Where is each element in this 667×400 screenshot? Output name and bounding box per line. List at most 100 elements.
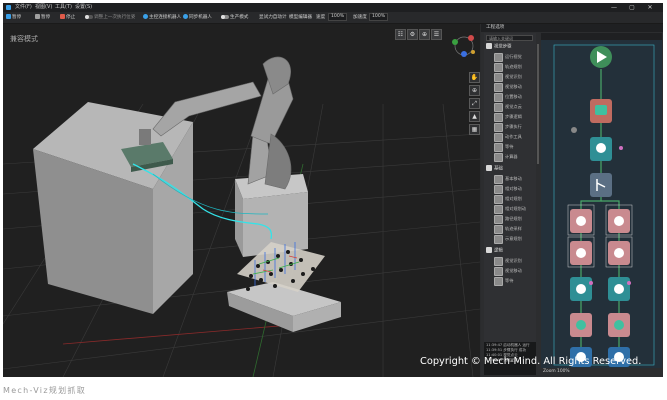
flow-node-robot[interactable] xyxy=(590,99,612,123)
view-orientation-gizmo[interactable] xyxy=(452,35,475,57)
connect-robot-button[interactable]: 主控连接机器人 xyxy=(143,12,181,23)
step-item[interactable]: 步骤执行 xyxy=(494,122,534,132)
sync-robot-button[interactable]: 同步机器人 xyxy=(183,12,212,23)
category-vision[interactable]: 视觉步骤 xyxy=(486,43,534,51)
step-item[interactable]: 示意规划 xyxy=(494,234,534,244)
mech-viz-window: 文件(F) 视图(V) 工具(T) 设置(S) — ▢ ✕ 暂停 暂停 停止 调… xyxy=(3,3,663,377)
pan-hand-icon[interactable]: ✋ xyxy=(469,72,480,83)
title-bar: 文件(F) 视图(V) 工具(T) 设置(S) — ▢ ✕ xyxy=(3,3,663,12)
list-icon[interactable]: ☰ xyxy=(431,29,442,40)
step-list-scrollbar[interactable] xyxy=(537,44,539,164)
step-item[interactable]: 相对规划 xyxy=(494,194,534,204)
step-item[interactable]: 视觉识别 xyxy=(494,72,534,82)
grid-icon[interactable]: ▦ xyxy=(469,124,480,135)
run-button[interactable]: 暂停 xyxy=(6,12,21,23)
3d-viewport[interactable]: 兼容模式 ☷ ⚙ ⊕ ☰ ✋ ⊕ ⤢ ▲ ▦ xyxy=(3,24,480,377)
resume-last-pose-toggle[interactable]: 调整上一次执行位姿 xyxy=(85,12,135,23)
zoom-icon[interactable]: ⊕ xyxy=(469,85,480,96)
step-item[interactable]: 运行视觉 xyxy=(494,52,534,62)
flow-node-branch[interactable] xyxy=(590,173,612,197)
model-editor-button[interactable]: 模型编辑器 xyxy=(289,12,312,23)
eye-icon[interactable]: ⊕ xyxy=(419,29,430,40)
step-icon xyxy=(494,152,503,162)
menu-tools[interactable]: 工具(T) xyxy=(55,3,72,12)
step-item[interactable]: 视觉移动 xyxy=(494,82,534,92)
scene-render xyxy=(3,35,480,377)
step-icon xyxy=(494,92,503,102)
minimize-button[interactable]: — xyxy=(607,3,621,12)
step-icon xyxy=(494,174,503,184)
step-item[interactable]: 等待 xyxy=(494,142,534,152)
step-icon xyxy=(494,102,503,112)
step-icon xyxy=(494,224,503,234)
main-toolbar: 暂停 暂停 停止 调整上一次执行位姿 主控连接机器人 同步机器人 生产模式 显试… xyxy=(3,12,663,24)
pause-icon xyxy=(6,14,11,19)
step-item[interactable]: 视觉移动 xyxy=(494,266,534,276)
pause-icon xyxy=(35,14,40,19)
gear-icon[interactable]: ⚙ xyxy=(407,29,418,40)
flow-node-vision-a[interactable] xyxy=(570,241,592,265)
auto-calc-button[interactable]: 显试力自动计 xyxy=(259,12,287,23)
speed-input[interactable]: 100% xyxy=(328,12,348,21)
workflow-canvas[interactable] xyxy=(541,33,662,368)
step-item[interactable]: 轨迹采样 xyxy=(494,224,534,234)
step-item[interactable]: 视觉点云 xyxy=(494,102,534,112)
panel-title: 工程选项 xyxy=(486,25,505,30)
maximize-button[interactable]: ▢ xyxy=(625,3,639,12)
step-item[interactable]: 计算器 xyxy=(494,152,534,162)
flow-node-pick-a[interactable] xyxy=(570,313,592,337)
flow-node-move[interactable] xyxy=(590,137,612,161)
pause-button[interactable]: 暂停 xyxy=(35,12,50,23)
step-icon xyxy=(494,234,503,244)
flow-node-move-b[interactable] xyxy=(608,277,630,301)
flow-node-pick-b[interactable] xyxy=(608,313,630,337)
step-item[interactable]: 基本移动 xyxy=(494,174,534,184)
step-icon xyxy=(494,266,503,276)
flow-node-vision-b[interactable] xyxy=(608,241,630,265)
layers-icon[interactable]: ☷ xyxy=(395,29,406,40)
flow-node-move-a[interactable] xyxy=(570,277,592,301)
menu-settings[interactable]: 设置(S) xyxy=(75,3,92,12)
accel-input[interactable]: 100% xyxy=(369,12,389,21)
step-item[interactable]: 相对移动 xyxy=(494,184,534,194)
image-caption: Mech-Viz规划抓取 xyxy=(3,386,87,395)
toggle-icon xyxy=(85,14,93,19)
step-item[interactable]: 动作工具 xyxy=(494,132,534,142)
category-basic[interactable]: 基础 xyxy=(486,165,534,173)
app-logo-icon xyxy=(6,5,11,10)
toggle-icon xyxy=(221,14,229,19)
start-node[interactable] xyxy=(590,46,612,68)
step-item[interactable]: 位置移动 xyxy=(494,92,534,102)
folder-icon xyxy=(486,43,492,49)
menu-file[interactable]: 文件(F) xyxy=(15,3,32,12)
step-icon xyxy=(494,52,503,62)
robot-view-icon[interactable]: ▲ xyxy=(469,111,480,122)
step-icon xyxy=(494,276,503,286)
project-panel: 工程选项 请输入关键词 视觉步骤 运行视觉 轨迹规划 视觉识别 视觉移动 位置移… xyxy=(481,24,663,377)
step-item[interactable]: 轨迹规划 xyxy=(494,62,534,72)
flow-node-capture-a[interactable] xyxy=(570,209,592,233)
speed-label: 速度 xyxy=(316,15,326,20)
zoom-label: Zoom 100% xyxy=(543,369,570,374)
step-item[interactable]: 视觉识别 xyxy=(494,256,534,266)
step-item[interactable]: 等待 xyxy=(494,276,534,286)
step-icon xyxy=(494,132,503,142)
flow-node-capture-b[interactable] xyxy=(608,209,630,233)
accel-label: 加速度 xyxy=(353,15,367,20)
step-item[interactable]: 相对规划动 xyxy=(494,204,534,214)
step-icon xyxy=(494,194,503,204)
step-item[interactable]: 路径规划 xyxy=(494,214,534,224)
stop-button[interactable]: 停止 xyxy=(60,12,75,23)
step-search-input[interactable]: 请输入关键词 xyxy=(486,35,533,41)
close-button[interactable]: ✕ xyxy=(643,3,657,12)
step-item[interactable]: 步骤逻辑 xyxy=(494,112,534,122)
panel-header: 工程选项 xyxy=(481,24,663,32)
step-icon xyxy=(494,256,503,266)
breakpoint-marker-icon[interactable] xyxy=(571,127,577,133)
step-library: 请输入关键词 视觉步骤 运行视觉 轨迹规划 视觉识别 视觉移动 位置移动 视觉点… xyxy=(484,33,536,353)
category-logic[interactable]: 逻辑 xyxy=(486,247,534,255)
step-icon xyxy=(494,204,503,214)
menu-view[interactable]: 视图(V) xyxy=(35,3,52,12)
fit-view-icon[interactable]: ⤢ xyxy=(469,98,480,109)
production-mode-toggle[interactable]: 生产模式 xyxy=(221,12,248,23)
